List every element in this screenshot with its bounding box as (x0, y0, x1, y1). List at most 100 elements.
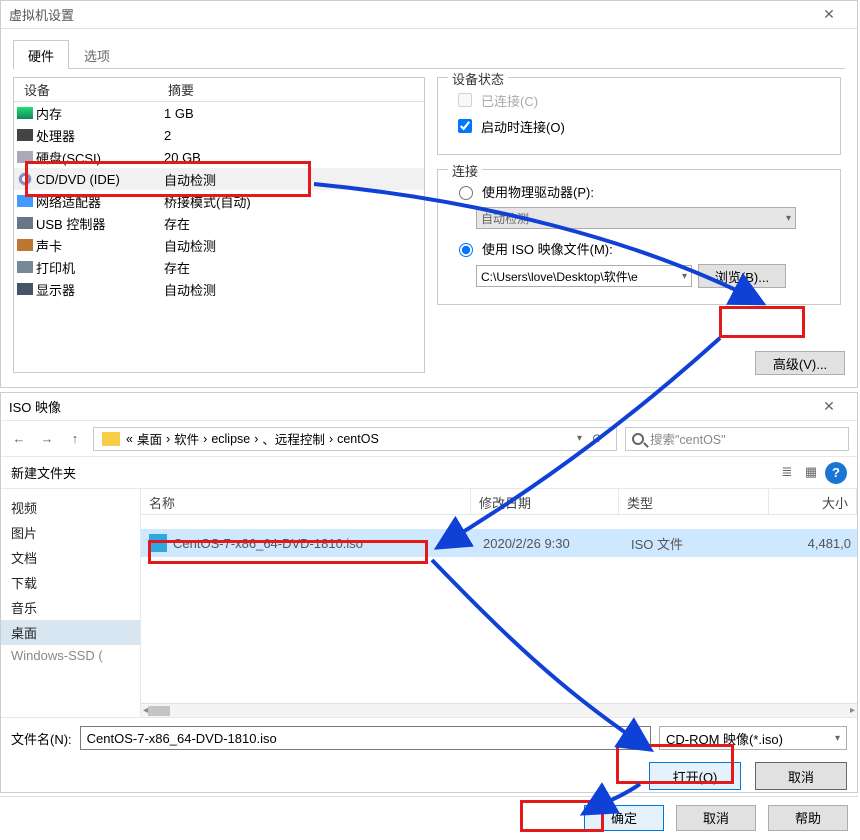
checkbox-connected[interactable]: 已连接(C) (454, 90, 830, 110)
device-name: 硬盘(SCSI) (36, 148, 164, 167)
breadcrumb-bar[interactable]: « 桌面 › 软件 › eclipse › 、远程控制 › centOS ▾ ⟳ (93, 427, 617, 451)
device-name: 打印机 (36, 258, 164, 277)
nav-documents[interactable]: 文档 (1, 545, 140, 570)
col-size-header[interactable]: 大小 (769, 489, 857, 514)
file-filter-dropdown[interactable]: CD-ROM 映像(*.iso) ▾ (659, 726, 847, 750)
ok-button[interactable]: 确定 (584, 805, 664, 831)
device-row[interactable]: 处理器2 (14, 124, 424, 146)
refresh-icon[interactable]: ⟳ (588, 429, 608, 449)
advanced-button[interactable]: 高级(V)... (755, 351, 845, 375)
breadcrumb-sep: › (329, 432, 333, 446)
iso-label: 使用 ISO 映像文件(M): (482, 239, 613, 258)
radio-physical-drive[interactable]: 使用物理驱动器(P): (454, 182, 830, 201)
cancel-button[interactable]: 取消 (755, 762, 847, 790)
device-row-cddvd[interactable]: CD/DVD (IDE)自动检测 (14, 168, 424, 190)
breadcrumb-remote[interactable]: 、远程控制 (262, 429, 325, 448)
tab-options[interactable]: 选项 (69, 40, 125, 69)
breadcrumb-centos[interactable]: centOS (337, 432, 379, 446)
device-name: USB 控制器 (36, 214, 164, 233)
poweron-label: 启动时连接(O) (481, 117, 565, 136)
nav-music[interactable]: 音乐 (1, 595, 140, 620)
nav-pane[interactable]: 视频 图片 文档 下载 音乐 桌面 Windows-SSD ( (1, 489, 141, 717)
col-date-header[interactable]: 修改日期 (471, 489, 619, 514)
nav-videos[interactable]: 视频 (1, 495, 140, 520)
browse-button[interactable]: 浏览(B)... (698, 264, 786, 288)
view-details-icon[interactable]: ▦ (801, 462, 821, 482)
breadcrumb-sep: › (203, 432, 207, 446)
device-row[interactable]: 网络适配器桥接模式(自动) (14, 190, 424, 212)
search-input[interactable]: 搜索"centOS" (625, 427, 849, 451)
radio-use-iso[interactable]: 使用 ISO 映像文件(M): (454, 239, 830, 258)
group-device-status: 设备状态 已连接(C) 启动时连接(O) (437, 77, 841, 155)
open-button[interactable]: 打开(O) (649, 762, 741, 790)
device-row[interactable]: 打印机存在 (14, 256, 424, 278)
file-type: ISO 文件 (631, 534, 781, 553)
device-name: 处理器 (36, 126, 164, 145)
col-name-header[interactable]: 名称 (141, 489, 471, 514)
connected-checkbox[interactable] (458, 93, 472, 107)
chevron-down-icon[interactable]: ▾ (639, 733, 644, 744)
breadcrumb-sep: › (254, 432, 258, 446)
file-date: 2020/2/26 9:30 (483, 536, 631, 551)
nav-back-icon[interactable]: ← (9, 429, 29, 449)
group-connection: 连接 使用物理驱动器(P): 自动检测▾ 使用 ISO 映像文件(M): C:\… (437, 169, 841, 305)
filter-value: CD-ROM 映像(*.iso) (666, 729, 783, 748)
physical-drive-dropdown[interactable]: 自动检测 ▾ (476, 207, 796, 229)
device-name: 声卡 (36, 236, 164, 255)
help-button[interactable]: 帮助 (768, 805, 848, 831)
physical-radio[interactable] (459, 186, 473, 200)
chevron-down-icon[interactable]: ▾ (835, 733, 840, 744)
vm-tabs: 硬件 选项 (13, 39, 845, 69)
device-row[interactable]: 硬盘(SCSI)20 GB (14, 146, 424, 168)
file-size: 4,481,0 (781, 536, 857, 551)
device-summary: 自动检测 (164, 280, 424, 299)
group-status-label: 设备状态 (448, 69, 508, 88)
close-icon[interactable]: ✕ (809, 6, 849, 23)
nav-forward-icon[interactable]: → (37, 429, 57, 449)
printer-icon (17, 261, 33, 273)
chevron-down-icon[interactable]: ▾ (577, 433, 582, 444)
device-row[interactable]: 声卡自动检测 (14, 234, 424, 256)
help-icon[interactable]: ? (825, 462, 847, 484)
vm-title-text: 虚拟机设置 (9, 5, 74, 24)
vm-settings-window: 虚拟机设置 ✕ 硬件 选项 设备 摘要 内存1 GB 处理器2 硬盘(SCSI)… (0, 0, 858, 388)
device-name: 显示器 (36, 280, 164, 299)
nav-ssd[interactable]: Windows-SSD ( (1, 645, 140, 666)
network-icon (17, 195, 33, 207)
iso-path-input[interactable]: C:\Users\love\Desktop\软件\e▾ (476, 265, 692, 287)
breadcrumb-software[interactable]: 软件 (174, 429, 199, 448)
device-row[interactable]: USB 控制器存在 (14, 212, 424, 234)
nav-downloads[interactable]: 下载 (1, 570, 140, 595)
breadcrumb-eclipse[interactable]: eclipse (211, 432, 250, 446)
scrollbar-thumb[interactable] (148, 706, 170, 716)
file-list[interactable]: 名称 修改日期 类型 大小 CentOS-7-x86_64-DVD-1810.i… (141, 489, 857, 717)
new-folder-button[interactable]: 新建文件夹 (11, 463, 76, 482)
device-row[interactable]: 显示器自动检测 (14, 278, 424, 300)
poweron-checkbox[interactable] (458, 119, 472, 133)
breadcrumb-desktop[interactable]: 桌面 (137, 429, 162, 448)
cancel-button[interactable]: 取消 (676, 805, 756, 831)
iso-radio[interactable] (459, 243, 473, 257)
device-table[interactable]: 设备 摘要 内存1 GB 处理器2 硬盘(SCSI)20 GB CD/DVD (… (13, 77, 425, 373)
chevron-down-icon: ▾ (786, 213, 791, 224)
device-summary: 2 (164, 128, 424, 143)
device-summary: 存在 (164, 214, 424, 233)
close-icon[interactable]: ✕ (809, 398, 849, 415)
nav-desktop[interactable]: 桌面 (1, 620, 140, 645)
nav-pictures[interactable]: 图片 (1, 520, 140, 545)
device-summary: 1 GB (164, 106, 424, 121)
device-row[interactable]: 内存1 GB (14, 102, 424, 124)
col-summary-header: 摘要 (164, 78, 424, 101)
checkbox-connect-poweron[interactable]: 启动时连接(O) (454, 116, 830, 136)
filename-input[interactable]: CentOS-7-x86_64-DVD-1810.iso▾ (80, 726, 651, 750)
horizontal-scrollbar[interactable]: ◂ ▸ (141, 703, 857, 717)
col-type-header[interactable]: 类型 (619, 489, 769, 514)
view-list-icon[interactable]: ≣ (777, 462, 797, 482)
autodetect-value: 自动检测 (481, 210, 529, 227)
iso-file-icon (149, 534, 167, 552)
file-row-centos-iso[interactable]: CentOS-7-x86_64-DVD-1810.iso 2020/2/26 9… (141, 529, 857, 557)
nav-up-icon[interactable]: ↑ (65, 429, 85, 449)
tab-hardware[interactable]: 硬件 (13, 40, 69, 69)
settings-dialog-buttons: 确定 取消 帮助 (0, 796, 858, 838)
vm-titlebar: 虚拟机设置 ✕ (1, 1, 857, 29)
